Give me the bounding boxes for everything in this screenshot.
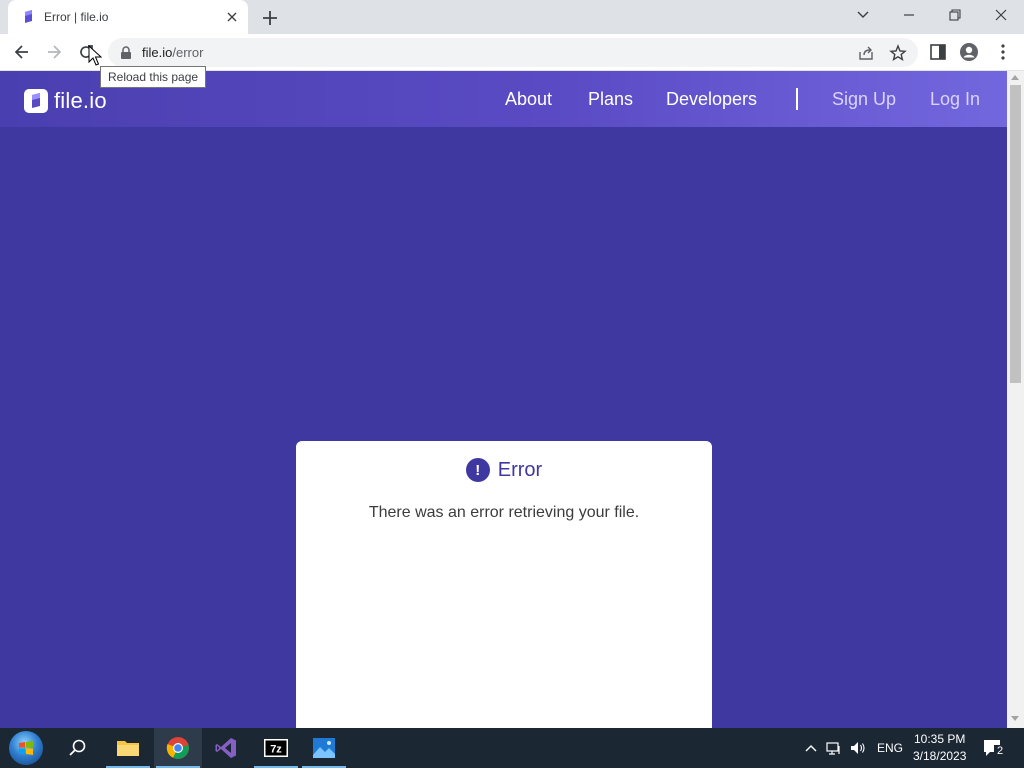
tab-title: Error | file.io <box>44 10 109 24</box>
fileio-logo-icon <box>24 89 48 113</box>
close-icon <box>995 9 1007 21</box>
error-heading: ! Error <box>296 458 712 482</box>
clock-time[interactable]: 10:35 PM <box>914 732 965 746</box>
restore-button[interactable] <box>932 0 978 30</box>
new-tab-icon[interactable] <box>260 8 280 28</box>
windows-taskbar: 7z ENG 10:35 PM 3/18/2023 2 <box>0 728 1024 768</box>
lock-icon[interactable] <box>120 46 132 59</box>
search-icon <box>69 739 86 756</box>
minimize-icon <box>904 14 914 16</box>
bookmark-star-icon[interactable] <box>889 44 907 62</box>
language-indicator[interactable]: ENG <box>877 741 903 755</box>
visual-studio-icon <box>215 738 236 758</box>
taskbar-visual-studio[interactable] <box>202 728 250 768</box>
nav-divider <box>796 88 798 110</box>
scroll-up-arrow-icon[interactable] <box>1011 75 1019 80</box>
windows-start-orb-icon <box>9 731 43 765</box>
error-message: There was an error retrieving your file. <box>368 504 640 521</box>
taskbar-file-explorer[interactable] <box>104 728 152 768</box>
url-text: file.io/error <box>142 45 203 60</box>
fileio-favicon-icon <box>25 10 32 23</box>
exclamation-circle-icon: ! <box>465 458 490 482</box>
start-button[interactable] <box>4 730 48 766</box>
back-button[interactable] <box>10 40 34 64</box>
close-tab-icon[interactable] <box>224 9 240 25</box>
taskbar-search-button[interactable] <box>54 728 102 768</box>
nav-signup-link[interactable]: Sign Up <box>832 89 896 110</box>
network-icon[interactable] <box>826 740 842 756</box>
minimize-button[interactable] <box>886 0 932 30</box>
page-viewport: file.io About Plans Developers Sign Up L… <box>0 71 1007 728</box>
taskbar-chrome[interactable] <box>154 728 202 768</box>
site-brand-name: file.io <box>54 88 107 113</box>
chrome-icon <box>166 737 189 759</box>
taskbar-7zip[interactable]: 7z <box>252 728 300 768</box>
error-title: Error <box>497 458 543 481</box>
page-scrollbar[interactable] <box>1007 71 1024 728</box>
forward-button[interactable] <box>42 40 66 64</box>
7zip-icon: 7z <box>264 739 288 757</box>
browser-tab[interactable]: Error | file.io <box>8 0 248 34</box>
chevron-down-icon <box>857 11 869 18</box>
url-path: /error <box>172 45 204 60</box>
notification-count: 2 <box>994 745 1006 758</box>
site-logo-link[interactable]: file.io <box>24 88 107 114</box>
more-menu-icon[interactable] <box>993 42 1013 62</box>
clock-date[interactable]: 3/18/2023 <box>913 749 966 763</box>
profile-avatar-icon[interactable] <box>959 42 979 62</box>
photos-icon <box>313 738 335 758</box>
mouse-cursor-icon <box>88 45 102 66</box>
taskbar-photos[interactable] <box>300 728 348 768</box>
url-host: file.io <box>142 45 173 60</box>
tab-search-button[interactable] <box>840 0 886 30</box>
nav-login-link[interactable]: Log In <box>930 89 980 110</box>
address-bar[interactable]: file.io/error <box>108 38 918 67</box>
scroll-down-arrow-icon[interactable] <box>1011 716 1019 721</box>
volume-icon[interactable] <box>850 740 866 756</box>
folder-icon <box>117 741 139 756</box>
restore-icon <box>949 9 961 21</box>
action-center-button[interactable]: 2 <box>982 738 1006 760</box>
reload-tooltip: Reload this page <box>100 66 207 88</box>
arrow-right-icon <box>48 45 62 59</box>
share-icon[interactable] <box>857 44 875 62</box>
nav-about-link[interactable]: About <box>505 89 552 110</box>
error-card: ! Error There was an error retrieving yo… <box>296 441 712 728</box>
close-window-button[interactable] <box>978 0 1024 30</box>
chevron-up-icon[interactable] <box>803 740 819 756</box>
arrow-left-icon <box>14 45 28 59</box>
svg-text:7z: 7z <box>270 744 282 756</box>
side-panel-icon[interactable] <box>928 42 948 62</box>
tab-strip: Error | file.io <box>0 0 1024 34</box>
scroll-thumb[interactable] <box>1010 85 1021 383</box>
nav-developers-link[interactable]: Developers <box>666 89 757 110</box>
nav-plans-link[interactable]: Plans <box>588 89 633 110</box>
